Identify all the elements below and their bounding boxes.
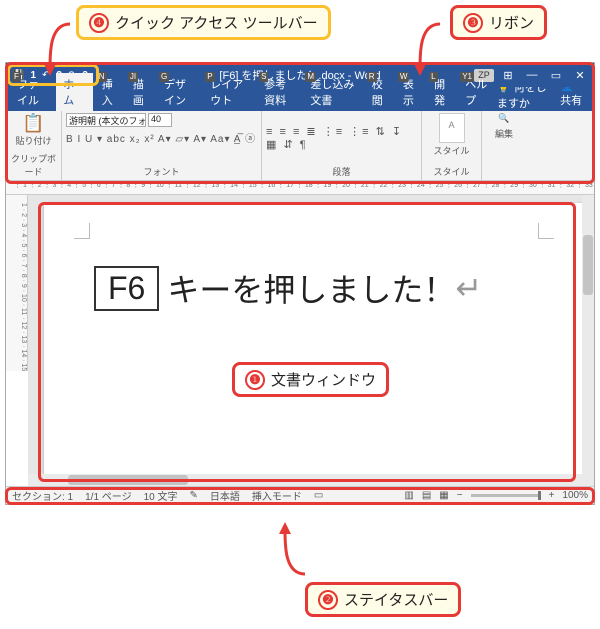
tab-mailings[interactable]: M差し込み文書: [303, 73, 362, 111]
ribbon: 📋 貼り付け クリップボード 游明朝 (本文のフォント - 日本語 40 B I…: [6, 111, 594, 181]
tab-references[interactable]: S参考資料: [257, 73, 301, 111]
group-label-paragraph: 段落: [266, 163, 417, 180]
ribbon-group-clipboard: 📋 貼り付け クリップボード: [6, 111, 62, 180]
callout-doc: ❶ 文書ウィンドウ: [232, 362, 389, 397]
tab-help[interactable]: Y1ヘルプ: [458, 73, 495, 111]
paste-label: 貼り付け: [15, 134, 51, 147]
tab-insert[interactable]: N挿入: [95, 73, 124, 111]
vertical-ruler[interactable]: 1 · 2 · 3 · 4 · 5 · 6 · 7 · 8 · 9 · 10 ·…: [6, 195, 28, 371]
ribbon-group-style: A スタイル スタイル: [422, 111, 482, 180]
callout-label-2: ステイタスバー: [344, 589, 448, 610]
callout-number-3: ❸: [463, 13, 483, 33]
status-bar: セクション: 1 1/1 ページ 10 文字 ✎ 日本語 挿入モード ▭ ▥ ▤…: [6, 486, 594, 504]
vertical-scrollbar[interactable]: [582, 195, 594, 486]
arrow-ribbon: [410, 22, 450, 80]
callout-qat: ❹ クイック アクセス ツールバー: [76, 5, 331, 40]
view-print-icon[interactable]: ▤: [422, 490, 431, 501]
callout-number-1: ❶: [245, 370, 265, 390]
view-read-icon[interactable]: ▥: [404, 490, 413, 501]
zoom-out-icon[interactable]: −: [457, 490, 463, 501]
status-insert-mode[interactable]: 挿入モード: [252, 488, 302, 503]
arrow-status: [275, 522, 315, 580]
tab-layout[interactable]: Pレイアウト: [203, 73, 255, 111]
ribbon-options-icon[interactable]: ⊞: [498, 69, 518, 82]
crop-mark: [74, 223, 90, 239]
zoom-in-icon[interactable]: +: [549, 490, 555, 501]
macro-record-icon[interactable]: ▭: [314, 490, 323, 501]
scroll-thumb[interactable]: [68, 475, 188, 485]
status-words[interactable]: 10 文字: [144, 488, 178, 503]
close-icon[interactable]: ✕: [570, 69, 590, 82]
tab-draw[interactable]: JI描画: [126, 73, 155, 111]
horizontal-scrollbar[interactable]: [28, 474, 582, 486]
zoom-level[interactable]: 100%: [562, 490, 588, 501]
document-area[interactable]: F6 キーを押しました！ ↵: [28, 195, 594, 486]
group-label-font: フォント: [66, 163, 257, 180]
font-size-combo[interactable]: 40: [148, 113, 172, 127]
group-label-clipboard: クリップボード: [10, 150, 57, 180]
callout-number-2: ❷: [318, 590, 338, 610]
paragraph-tools[interactable]: ≡ ≡ ≡ ≣ ⋮≡ ⋮≡ ⇅ ↧ ▦ ⇵ ¶: [266, 125, 417, 151]
callout-number-4: ❹: [89, 13, 109, 33]
ribbon-group-font: 游明朝 (本文のフォント - 日本語 40 B I U ▾ abc x₂ x² …: [62, 111, 262, 180]
callout-label-3: リボン: [489, 12, 534, 33]
tab-design[interactable]: Gデザイン: [157, 73, 201, 111]
horizontal-ruler[interactable]: ⋮ 1 ⋮ 2 ⋮ 3 ⋮ 4 ⋮ 5 ⋮ 6 ⋮ 7 ⋮ 8 ⋮ 9 ⋮ 10…: [6, 181, 594, 195]
scroll-thumb[interactable]: [583, 235, 593, 295]
styles-gallery[interactable]: A: [439, 113, 465, 143]
callout-status: ❷ ステイタスバー: [305, 582, 461, 617]
callout-ribbon: ❸ リボン: [450, 5, 547, 40]
arrow-qat: [40, 22, 80, 80]
find-icon[interactable]: 🔍: [498, 113, 509, 124]
ribbon-group-edit: 🔍 編集: [482, 111, 526, 180]
callout-label-4: クイック アクセス ツールバー: [115, 12, 318, 33]
crop-mark: [538, 223, 554, 239]
ribbon-tabs: Fファイル ホーム N挿入 JI描画 Gデザイン Pレイアウト S参考資料 M差…: [6, 87, 594, 111]
view-web-icon[interactable]: ▦: [439, 490, 448, 501]
page[interactable]: F6 キーを押しました！ ↵: [44, 203, 584, 486]
status-section[interactable]: セクション: 1: [12, 488, 73, 503]
maximize-icon[interactable]: ▭: [546, 69, 566, 82]
font-tools[interactable]: B I U ▾ abc x₂ x² A▾ ▱▾ A▾ Aa▾ A̲̅ ⓐ: [66, 130, 256, 145]
callout-label-1: 文書ウィンドウ: [271, 369, 376, 390]
tab-review[interactable]: R校閲: [365, 73, 394, 111]
zoom-slider[interactable]: [471, 494, 541, 497]
minimize-icon[interactable]: —: [522, 69, 542, 82]
key-box: F6: [94, 266, 159, 311]
status-page[interactable]: 1/1 ページ: [85, 488, 131, 503]
paragraph-mark: ↵: [455, 269, 482, 307]
body-text: キーを押しました！: [167, 265, 455, 311]
font-name-combo[interactable]: 游明朝 (本文のフォント - 日本語: [66, 113, 146, 127]
ribbon-group-paragraph: ≡ ≡ ≡ ≣ ⋮≡ ⋮≡ ⇅ ↧ ▦ ⇵ ¶ 段落: [262, 111, 422, 180]
word-window: 💾1 ↶2 ↷3 [F6] を押しました！.docx - Word ZP ⊞ —…: [5, 62, 595, 505]
spellcheck-icon[interactable]: ✎: [190, 490, 198, 501]
status-language[interactable]: 日本語: [210, 488, 240, 503]
paste-icon[interactable]: 📋: [22, 113, 44, 134]
group-label-style: スタイル: [426, 163, 477, 180]
document-body[interactable]: F6 キーを押しました！ ↵: [94, 265, 544, 311]
